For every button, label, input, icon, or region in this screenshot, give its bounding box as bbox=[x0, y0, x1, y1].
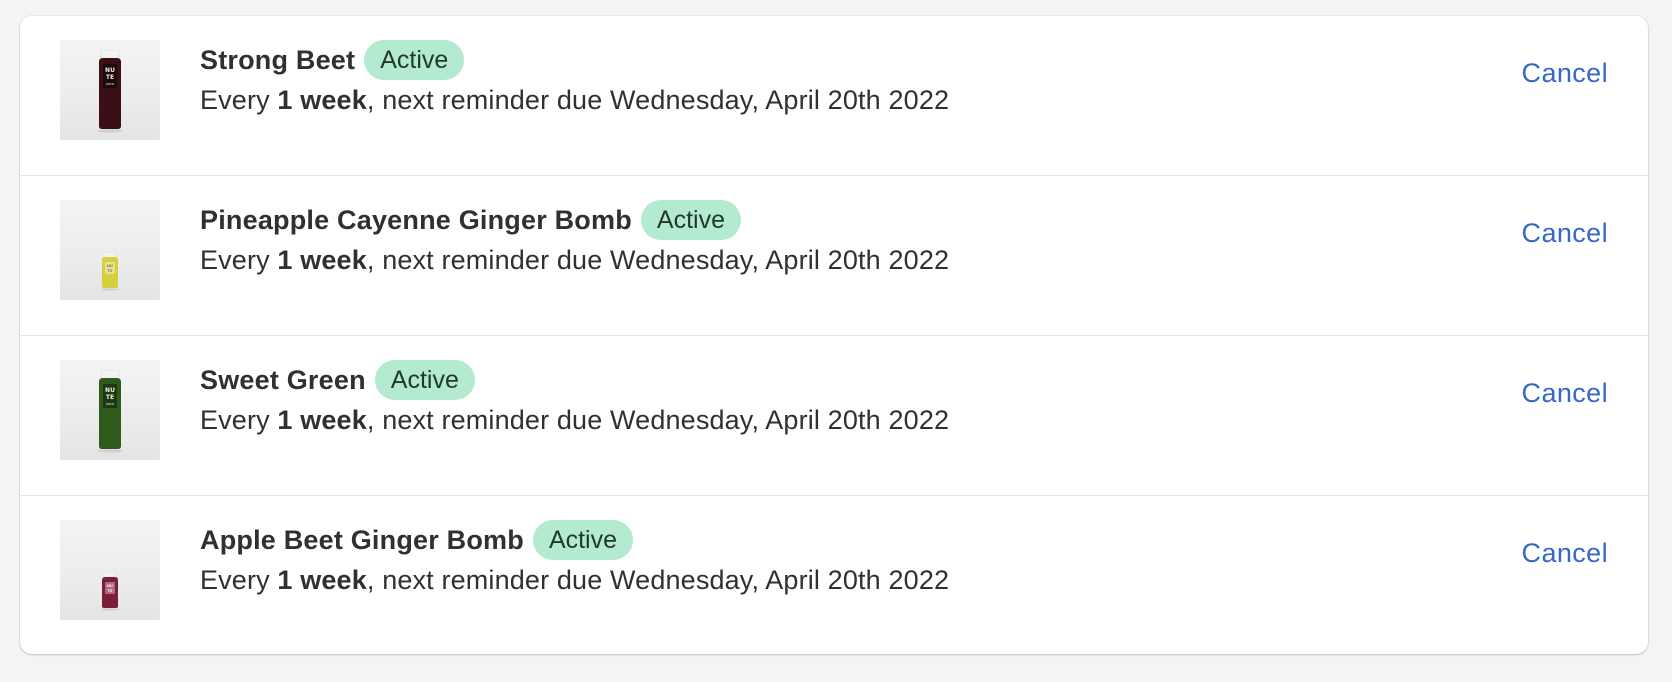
subscription-info: Strong Beet Active Every 1 week, next re… bbox=[200, 40, 949, 118]
svg-text:NU: NU bbox=[107, 264, 113, 268]
svg-text:TE: TE bbox=[106, 394, 114, 401]
juice-bottle-image: NU TE juice bbox=[97, 369, 123, 453]
schedule-prefix: Every bbox=[200, 245, 278, 275]
product-image: NU TE bbox=[60, 200, 160, 300]
status-badge: Active bbox=[532, 520, 634, 560]
schedule-suffix: , next reminder due Wednesday, April 20t… bbox=[366, 405, 950, 435]
svg-text:TE: TE bbox=[106, 74, 114, 81]
subscription-row: NU TE juice Strong Beet Active Every 1 w… bbox=[20, 16, 1648, 176]
subscription-info: Sweet Green Active Every 1 week, next re… bbox=[200, 360, 949, 438]
status-badge: Active bbox=[640, 200, 741, 240]
schedule-interval: 1 week bbox=[277, 245, 367, 275]
product-name: Sweet Green bbox=[200, 364, 366, 395]
svg-text:NU: NU bbox=[105, 67, 115, 74]
cancel-link[interactable]: Cancel bbox=[1522, 58, 1608, 89]
subscription-info: Pineapple Cayenne Ginger Bomb Active Eve… bbox=[200, 200, 949, 278]
svg-text:TE: TE bbox=[108, 269, 113, 273]
product-image: NU TE bbox=[60, 520, 160, 620]
schedule-suffix: , next reminder due Wednesday, April 20t… bbox=[366, 565, 950, 595]
juice-bottle-image: NU TE juice bbox=[97, 49, 123, 133]
subscription-row: NU TE Pineapple Cayenne Ginger Bomb Acti… bbox=[20, 176, 1648, 336]
product-name: Strong Beet bbox=[200, 44, 356, 75]
schedule-interval: 1 week bbox=[277, 405, 367, 435]
svg-text:juice: juice bbox=[105, 402, 114, 406]
schedule-text: Every 1 week, next reminder due Wednesda… bbox=[200, 562, 949, 598]
cancel-link[interactable]: Cancel bbox=[1522, 378, 1608, 409]
product-image: NU TE juice bbox=[60, 360, 160, 460]
juice-bottle-image: NU TE bbox=[101, 251, 119, 291]
schedule-suffix: , next reminder due Wednesday, April 20t… bbox=[366, 245, 950, 275]
schedule-interval: 1 week bbox=[277, 85, 367, 115]
svg-text:juice: juice bbox=[105, 82, 114, 86]
product-image: NU TE juice bbox=[60, 40, 160, 140]
schedule-text: Every 1 week, next reminder due Wednesda… bbox=[200, 82, 949, 118]
subscription-info: Apple Beet Ginger Bomb Active Every 1 we… bbox=[200, 520, 949, 598]
schedule-prefix: Every bbox=[200, 565, 278, 595]
cancel-link[interactable]: Cancel bbox=[1522, 218, 1608, 249]
svg-text:NU: NU bbox=[107, 584, 113, 588]
schedule-interval: 1 week bbox=[277, 565, 367, 595]
status-badge: Active bbox=[374, 360, 475, 400]
schedule-prefix: Every bbox=[200, 405, 278, 435]
subscription-row: NU TE juice Sweet Green Active Every 1 w… bbox=[20, 336, 1648, 496]
svg-text:TE: TE bbox=[108, 589, 113, 593]
subscriptions-card: NU TE juice Strong Beet Active Every 1 w… bbox=[20, 16, 1648, 654]
subscription-row: NU TE Apple Beet Ginger Bomb Active Ever… bbox=[20, 496, 1648, 654]
status-badge: Active bbox=[364, 40, 465, 80]
juice-bottle-image: NU TE bbox=[101, 571, 119, 611]
product-name: Pineapple Cayenne Ginger Bomb bbox=[200, 204, 632, 235]
svg-text:NU: NU bbox=[105, 387, 115, 394]
schedule-text: Every 1 week, next reminder due Wednesda… bbox=[200, 242, 949, 278]
schedule-suffix: , next reminder due Wednesday, April 20t… bbox=[366, 85, 950, 115]
cancel-link[interactable]: Cancel bbox=[1522, 538, 1608, 569]
schedule-prefix: Every bbox=[200, 85, 278, 115]
product-name: Apple Beet Ginger Bomb bbox=[200, 524, 524, 555]
schedule-text: Every 1 week, next reminder due Wednesda… bbox=[200, 402, 949, 438]
